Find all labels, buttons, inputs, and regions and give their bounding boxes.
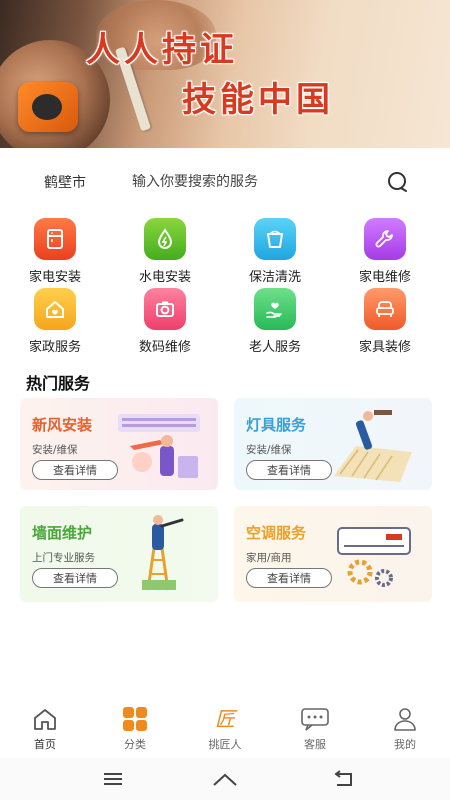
wall-maintenance-illustration — [142, 515, 184, 591]
service-card-air-conditioner[interactable]: 空调服务 家用/商用 查看详情 — [234, 506, 432, 602]
svg-text:匠: 匠 — [215, 707, 238, 731]
card-title: 空调服务 — [246, 524, 307, 542]
category-digital-repair[interactable]: 数码维修 — [120, 288, 210, 355]
water-drop-icon — [144, 218, 186, 260]
bottom-navigation: 首页 分类 匠 挑匠人 客服 我的 — [0, 700, 450, 758]
banner-slogan-line2: 技能中国 — [182, 80, 334, 120]
category-appliance-install[interactable]: 家电安装 — [10, 218, 100, 285]
search-input[interactable] — [132, 174, 352, 190]
card-title: 新风安装 — [32, 416, 93, 434]
category-cleaning[interactable]: 保洁清洗 — [230, 218, 320, 285]
air-conditioner-illustration — [337, 527, 411, 587]
city-selector[interactable]: 鹤壁市 — [44, 172, 114, 192]
card-subtitle: 家用/商用 — [246, 552, 292, 564]
category-furniture-renovation[interactable]: 家具装修 — [340, 288, 430, 355]
view-details-button[interactable]: 查看详情 — [246, 460, 332, 480]
wrench-icon — [364, 218, 406, 260]
nav-categories[interactable]: 分类 — [100, 706, 170, 752]
category-label: 水电安装 — [138, 270, 191, 285]
nav-label: 客服 — [304, 738, 326, 751]
search-bar: 鹤壁市 — [0, 160, 450, 204]
card-title: 灯具服务 — [246, 416, 307, 434]
nav-label: 我的 — [394, 738, 416, 751]
category-label: 家电安装 — [28, 270, 81, 285]
chat-icon — [280, 706, 350, 732]
category-label: 老人服务 — [248, 340, 301, 355]
heart-hand-icon — [254, 288, 296, 330]
category-label: 家政服务 — [28, 340, 81, 355]
service-card-wall-maintenance[interactable]: 墙面维护 上门专业服务 查看详情 — [20, 506, 218, 602]
banner-slogan-line1: 人人持证 — [86, 30, 238, 70]
house-icon — [34, 288, 76, 330]
home-icon — [10, 706, 80, 732]
card-subtitle: 安装/维保 — [246, 444, 292, 456]
view-details-button[interactable]: 查看详情 — [32, 460, 118, 480]
fresh-air-illustration — [118, 414, 200, 478]
nav-customer-service[interactable]: 客服 — [280, 706, 350, 752]
view-details-button[interactable]: 查看详情 — [32, 568, 118, 588]
category-label: 家电维修 — [358, 270, 411, 285]
banner-tape-measure-image — [18, 82, 78, 132]
search-icon[interactable] — [384, 170, 412, 194]
nav-label: 分类 — [124, 738, 146, 751]
lighting-illustration — [334, 410, 412, 482]
category-elderly-care[interactable]: 老人服务 — [230, 288, 320, 355]
nav-label: 挑匠人 — [208, 738, 242, 751]
service-card-lighting[interactable]: 灯具服务 安装/维保 查看详情 — [234, 398, 432, 490]
category-housekeeping[interactable]: 家政服务 — [10, 288, 100, 355]
nav-home[interactable]: 首页 — [10, 706, 80, 752]
menu-icon[interactable] — [100, 768, 126, 790]
craftsman-icon: 匠 — [190, 706, 260, 732]
nav-pick-craftsman[interactable]: 匠 挑匠人 — [190, 706, 260, 752]
sofa-icon — [364, 288, 406, 330]
view-details-button[interactable]: 查看详情 — [246, 568, 332, 588]
hot-services-title: 热门服务 — [26, 374, 91, 393]
category-appliance-repair[interactable]: 家电维修 — [340, 218, 430, 285]
system-navigation-bar — [0, 758, 450, 800]
category-label: 保洁清洗 — [248, 270, 301, 285]
category-plumbing-electric[interactable]: 水电安装 — [120, 218, 210, 285]
category-label: 家具装修 — [358, 340, 411, 355]
home-button-icon[interactable] — [212, 768, 238, 790]
category-label: 数码维修 — [138, 340, 191, 355]
service-card-fresh-air[interactable]: 新风安装 安装/维保 查看详情 — [20, 398, 218, 490]
card-title: 墙面维护 — [32, 524, 93, 542]
hero-banner[interactable]: 人人持证 技能中国 — [0, 0, 450, 148]
grid-icon — [100, 706, 170, 732]
bucket-icon — [254, 218, 296, 260]
camera-icon — [144, 288, 186, 330]
card-subtitle: 安装/维保 — [32, 444, 78, 456]
nav-profile[interactable]: 我的 — [370, 706, 440, 752]
nav-label: 首页 — [34, 738, 56, 751]
back-icon[interactable] — [330, 768, 356, 790]
person-icon — [370, 706, 440, 732]
card-subtitle: 上门专业服务 — [32, 552, 95, 564]
appliance-icon — [34, 218, 76, 260]
